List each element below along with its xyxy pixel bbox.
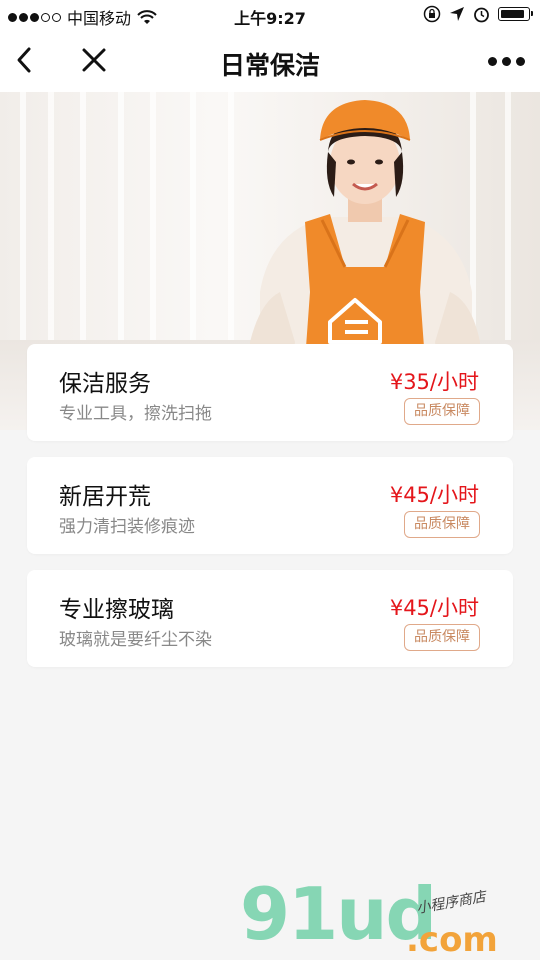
watermark: 91ud 小程序商店 .com — [240, 878, 540, 960]
service-name: 保洁服务 — [59, 371, 151, 397]
service-desc: 强力清扫装修痕迹 — [59, 517, 195, 537]
status-bar: 中国移动 上午9:27 — [0, 0, 540, 30]
watermark-domain: .com — [406, 920, 498, 960]
service-card-window-glass[interactable]: 专业擦玻璃 玻璃就是要纤尘不染 ¥45/小时 品质保障 — [27, 570, 513, 667]
service-name: 新居开荒 — [59, 484, 151, 510]
service-name: 专业擦玻璃 — [59, 597, 174, 623]
page-title: 日常保洁 — [219, 51, 320, 80]
service-price: ¥45/小时 — [389, 596, 479, 620]
quality-badge: 品质保障 — [404, 511, 480, 538]
status-right — [423, 5, 533, 23]
service-list: 保洁服务 专业工具，擦洗扫拖 ¥35/小时 品质保障 新居开荒 强力清扫装修痕迹… — [27, 344, 513, 683]
more-menu-button[interactable] — [486, 44, 526, 78]
battery-icon — [498, 7, 533, 21]
more-dot-icon — [487, 56, 497, 66]
location-arrow-icon — [450, 7, 464, 21]
battery-fill — [501, 10, 524, 18]
service-desc: 玻璃就是要纤尘不染 — [59, 630, 212, 650]
quality-badge: 品质保障 — [404, 624, 480, 651]
quality-badge: 品质保障 — [404, 398, 480, 425]
rotation-lock-icon — [423, 5, 441, 23]
service-price: ¥45/小时 — [389, 483, 479, 507]
service-price: ¥35/小时 — [389, 370, 479, 394]
more-dot-icon — [501, 56, 511, 66]
nav-bar: 日常保洁 — [0, 30, 540, 92]
alarm-icon — [474, 7, 489, 22]
service-card-new-home[interactable]: 新居开荒 强力清扫装修痕迹 ¥45/小时 品质保障 — [27, 457, 513, 554]
service-desc: 专业工具，擦洗扫拖 — [59, 404, 212, 424]
more-dot-icon — [515, 56, 525, 66]
service-card-cleaning[interactable]: 保洁服务 专业工具，擦洗扫拖 ¥35/小时 品质保障 — [27, 344, 513, 441]
